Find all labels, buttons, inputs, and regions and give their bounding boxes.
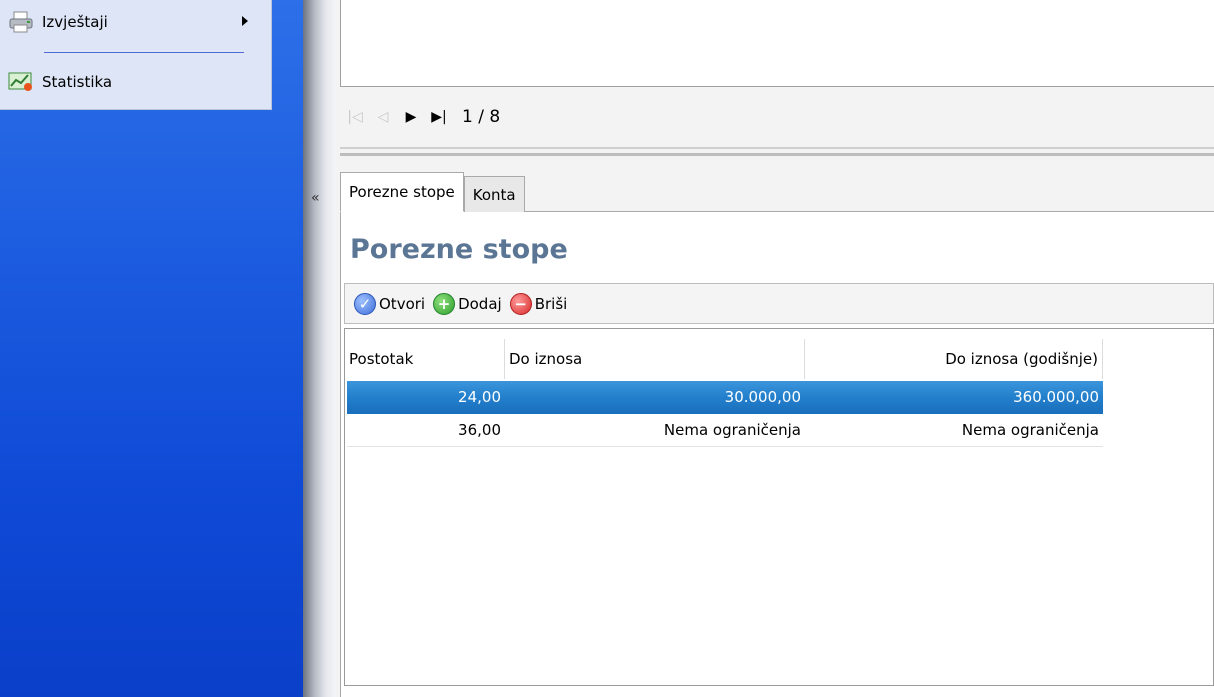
- minus-circle-icon: −: [509, 292, 532, 315]
- main-panel: |◁ ◁ ▶ ▶| 1 / 8 Porezne stope Konta Pore…: [336, 0, 1214, 697]
- table-row[interactable]: 36,00 Nema ograničenja Nema ograničenja: [347, 414, 1103, 447]
- tax-rates-grid: Postotak Do iznosa Do iznosa (godišnje) …: [344, 328, 1214, 686]
- tab-strip: Porezne stope Konta: [340, 172, 525, 212]
- tab-konta[interactable]: Konta: [463, 176, 525, 212]
- check-circle-icon: ✓: [354, 292, 376, 315]
- cell-do-iznosa: Nema ograničenja: [505, 414, 805, 447]
- column-header-label: Postotak: [349, 350, 414, 368]
- page-indicator: 1 / 8: [462, 107, 501, 127]
- last-record-icon[interactable]: ▶|: [430, 109, 448, 125]
- printer-icon: [8, 11, 34, 33]
- horizontal-splitter[interactable]: [340, 153, 1214, 156]
- tab-label: Konta: [472, 185, 516, 204]
- open-button-label: Otvori: [379, 294, 426, 313]
- previous-record-icon[interactable]: ◁: [374, 109, 392, 125]
- first-record-icon[interactable]: |◁: [346, 109, 364, 125]
- cell-do-iznosa: 30.000,00: [505, 381, 805, 414]
- vertical-splitter[interactable]: [303, 0, 336, 697]
- cell-do-iznosa-godisnje: Nema ograničenja: [805, 414, 1103, 447]
- add-button-label: Dodaj: [458, 294, 502, 313]
- tab-label: Porezne stope: [349, 183, 455, 201]
- cell-postotak: 24,00: [347, 381, 505, 414]
- menu-item-statistika[interactable]: Statistika: [8, 68, 248, 96]
- chart-icon: [8, 71, 34, 93]
- tab-porezne-stope[interactable]: Porezne stope: [340, 172, 464, 212]
- next-record-icon[interactable]: ▶: [402, 109, 420, 125]
- open-button[interactable]: ✓ Otvori: [352, 289, 427, 319]
- column-header-label: Do iznosa: [509, 350, 583, 368]
- page-title: Porezne stope: [350, 234, 568, 265]
- column-header-postotak[interactable]: Postotak: [347, 339, 505, 379]
- delete-button[interactable]: − Briši: [508, 289, 570, 319]
- grid-toolbar: ✓ Otvori + Dodaj − Briši: [344, 283, 1214, 324]
- sidebar-menu: Izvještaji Statistika: [0, 0, 272, 110]
- record-navigator: |◁ ◁ ▶ ▶| 1 / 8: [346, 104, 500, 130]
- cell-postotak: 36,00: [347, 414, 505, 447]
- menu-separator: [44, 52, 244, 53]
- menu-item-izvjestaji[interactable]: Izvještaji: [8, 8, 248, 36]
- cell-do-iznosa-godisnje: 360.000,00: [805, 381, 1103, 414]
- detail-panel: [340, 0, 1214, 87]
- column-header-do-iznosa[interactable]: Do iznosa: [505, 339, 805, 379]
- plus-circle-icon: +: [433, 292, 456, 315]
- collapse-chevron-icon[interactable]: «: [311, 190, 320, 206]
- add-button[interactable]: + Dodaj: [431, 289, 504, 319]
- menu-item-label: Izvještaji: [42, 13, 108, 31]
- grid-header: Postotak Do iznosa Do iznosa (godišnje): [347, 339, 1103, 379]
- delete-button-label: Briši: [534, 294, 568, 313]
- menu-item-label: Statistika: [42, 73, 113, 91]
- table-row[interactable]: 24,00 30.000,00 360.000,00: [347, 381, 1103, 414]
- horizontal-divider: [340, 147, 1214, 149]
- column-header-label: Do iznosa (godišnje): [945, 350, 1098, 368]
- submenu-arrow-icon: [242, 16, 248, 26]
- column-header-do-iznosa-godisnje[interactable]: Do iznosa (godišnje): [805, 339, 1103, 379]
